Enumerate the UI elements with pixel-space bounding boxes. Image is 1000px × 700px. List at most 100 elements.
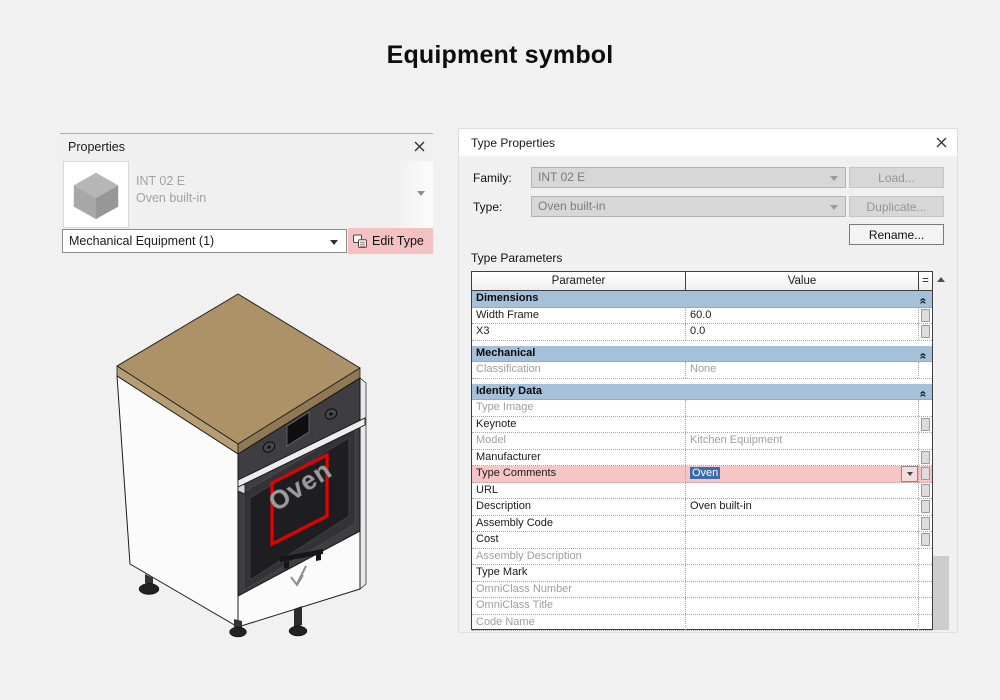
parameter-row[interactable]: Width Frame60.0: [472, 308, 932, 325]
parameter-row[interactable]: Type Image: [472, 400, 932, 417]
type-name: Oven built-in: [136, 191, 206, 205]
associate-parameter-button[interactable]: [921, 517, 930, 530]
parameter-value-cell[interactable]: None: [686, 362, 919, 378]
associate-cell: [919, 598, 932, 614]
scroll-up-button[interactable]: [933, 271, 949, 288]
foot-stem: [294, 606, 302, 628]
load-button[interactable]: Load...: [849, 167, 944, 188]
edit-type-button[interactable]: Edit Type: [348, 228, 433, 254]
parameter-value-cell[interactable]: [686, 417, 919, 433]
oven-illustration: Oven: [88, 286, 412, 648]
parameter-row[interactable]: Model Kitchen Equipment: [472, 433, 932, 450]
parameter-row[interactable]: Assembly Code: [472, 516, 932, 533]
table-scrollbar[interactable]: [933, 271, 949, 630]
associate-cell: [919, 615, 932, 631]
column-header-parameter[interactable]: Parameter: [472, 272, 686, 290]
parameter-row[interactable]: Cost: [472, 532, 932, 549]
chevron-down-icon: [830, 205, 838, 210]
parameter-value: 60.0: [690, 309, 711, 321]
associate-parameter-button[interactable]: [921, 451, 930, 464]
section-label: Identity Data: [472, 384, 542, 400]
family-combobox[interactable]: INT 02 E: [531, 167, 846, 188]
parameter-row[interactable]: OmniClass Number: [472, 582, 932, 599]
associate-parameter-button[interactable]: [921, 533, 930, 546]
parameter-value-cell[interactable]: 60.0: [686, 308, 919, 324]
parameter-value-cell[interactable]: [686, 615, 919, 631]
parameter-name-cell: X3: [472, 324, 686, 340]
type-combobox[interactable]: Oven built-in: [531, 196, 846, 217]
chevron-down-icon: [417, 191, 425, 196]
foot: [230, 627, 247, 637]
selector-row: Mechanical Equipment (1) Edit Type: [62, 228, 433, 254]
associate-cell: [919, 549, 932, 565]
associate-cell: [919, 362, 932, 378]
associate-cell: [919, 433, 932, 449]
associate-parameter-button[interactable]: [921, 325, 930, 338]
column-header-assoc: =: [919, 272, 932, 290]
parameter-name-cell: Type Image: [472, 400, 686, 416]
chevron-down-icon: [330, 240, 338, 245]
associate-cell: [919, 565, 932, 581]
parameter-row[interactable]: Manufacturer: [472, 450, 932, 467]
parameter-value-cell[interactable]: [686, 565, 919, 581]
parameter-value-cell[interactable]: [686, 598, 919, 614]
associate-cell: [919, 324, 932, 340]
parameter-row[interactable]: URL: [472, 483, 932, 500]
dialog-titlebar: Type Properties: [459, 129, 957, 156]
parameter-value-cell[interactable]: [686, 516, 919, 532]
oven-3d-view: Oven: [88, 286, 412, 648]
associate-parameter-button[interactable]: [921, 500, 930, 513]
scrollbar-thumb[interactable]: [933, 556, 949, 630]
parameter-value-cell[interactable]: Oven: [686, 466, 919, 482]
parameter-row[interactable]: X30.0: [472, 324, 932, 341]
parameter-name-cell: Assembly Code: [472, 516, 686, 532]
parameter-value-cell[interactable]: Kitchen Equipment: [686, 433, 919, 449]
parameter-row[interactable]: Type CommentsOven: [472, 466, 932, 483]
parameter-value-cell[interactable]: [686, 532, 919, 548]
family-label: Family:: [473, 171, 512, 185]
section-header-row[interactable]: Mechanical: [472, 346, 932, 363]
triangle-up-icon: [937, 277, 945, 282]
parameter-value-cell[interactable]: [686, 400, 919, 416]
parameter-value-cell[interactable]: 0.0: [686, 324, 919, 340]
parameter-row[interactable]: ClassificationNone: [472, 362, 932, 379]
parameter-value-cell[interactable]: [686, 582, 919, 598]
type-selector-combobox[interactable]: Mechanical Equipment (1): [62, 229, 347, 253]
value-dropdown-button[interactable]: [901, 466, 918, 482]
parameter-row[interactable]: Keynote: [472, 417, 932, 434]
parameter-row[interactable]: DescriptionOven built-in: [472, 499, 932, 516]
parameter-name-cell: Classification: [472, 362, 686, 378]
parameter-row[interactable]: Type Mark: [472, 565, 932, 582]
parameter-name-cell: Code Name: [472, 615, 686, 631]
section-header-row[interactable]: Identity Data: [472, 384, 932, 401]
column-header-value[interactable]: Value: [686, 272, 919, 290]
foot: [289, 626, 307, 636]
parameter-name-cell: Model: [472, 433, 686, 449]
type-thumbnail[interactable]: [63, 161, 129, 228]
dialog-title: Type Properties: [471, 136, 555, 150]
associate-parameter-button[interactable]: [921, 484, 930, 497]
parameter-name-cell: Description: [472, 499, 686, 515]
parameter-name-cell: Keynote: [472, 417, 686, 433]
close-icon[interactable]: [936, 137, 947, 148]
associate-parameter-button[interactable]: [921, 467, 930, 480]
parameter-value-cell[interactable]: Oven built-in: [686, 499, 919, 515]
duplicate-button[interactable]: Duplicate...: [849, 196, 944, 217]
parameter-value-cell[interactable]: [686, 549, 919, 565]
type-parameters-label: Type Parameters: [471, 251, 562, 265]
parameter-row[interactable]: Assembly Description: [472, 549, 932, 566]
close-icon[interactable]: [414, 141, 425, 152]
associate-parameter-button[interactable]: [921, 418, 930, 431]
associate-parameter-button[interactable]: [921, 309, 930, 322]
type-dropdown-strip[interactable]: [395, 161, 433, 228]
parameter-value: Kitchen Equipment: [690, 434, 782, 446]
associate-cell: [919, 516, 932, 532]
chevron-down-icon: [830, 176, 838, 181]
associate-cell: [919, 417, 932, 433]
parameter-row[interactable]: OmniClass Title: [472, 598, 932, 615]
parameter-row[interactable]: Code Name: [472, 615, 932, 632]
rename-button[interactable]: Rename...: [849, 224, 944, 245]
parameter-value-cell[interactable]: [686, 450, 919, 466]
parameter-value-cell[interactable]: [686, 483, 919, 499]
section-header-row[interactable]: Dimensions: [472, 291, 932, 308]
